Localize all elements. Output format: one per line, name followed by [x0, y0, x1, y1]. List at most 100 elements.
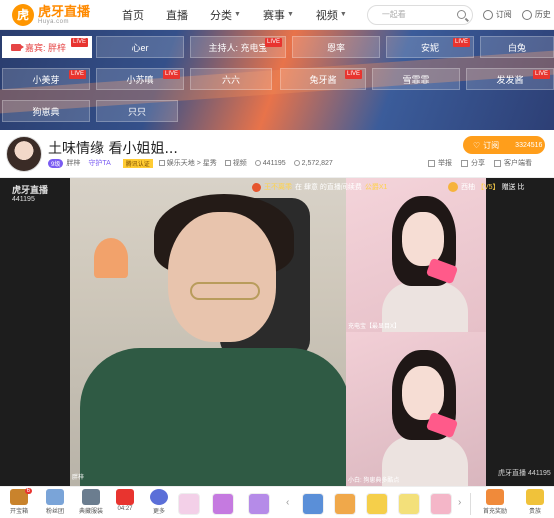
more-button[interactable]: 更多 [144, 489, 174, 515]
fans-icon [293, 160, 300, 166]
more-icon [150, 489, 168, 505]
live-badge: LIVE [452, 38, 470, 47]
gift-message: 西柚 【V5】 赠送 比 [448, 182, 525, 192]
anchor-name[interactable]: 胖梓 [66, 158, 80, 168]
camera-icon [11, 43, 24, 51]
first-charge-button[interactable]: 首充奖励 [480, 489, 510, 515]
brand-corner-label: 虎牙直播 441195 [498, 470, 551, 477]
guest-camera-top: 充电宝【最显目X】 [346, 178, 486, 336]
performer-chip[interactable]: 只只 [96, 100, 178, 122]
gift-item[interactable] [366, 493, 388, 515]
nav-category[interactable]: 分类 ▼ [210, 7, 241, 23]
huya-logo[interactable]: 虎 虎牙直播 Huya.com [12, 3, 100, 26]
room-title: 土味情缘 看小姐姐... [48, 141, 178, 157]
costume-button[interactable]: 典藏服装 [76, 489, 106, 515]
video-player[interactable]: 虎牙直播 441195 胖梓 充电宝【最显目X】 小白: 狗崽典多酷点 王不离乖… [0, 178, 554, 486]
performer-chip[interactable]: 心er [96, 36, 184, 58]
gift-item[interactable] [302, 493, 324, 515]
performer-chip[interactable]: 白兔 [480, 36, 554, 58]
level-badge: 9级 [48, 158, 64, 168]
treasure-chest-button[interactable]: 开宝箱 6 [4, 488, 34, 515]
play-icon [158, 160, 165, 166]
nav-events[interactable]: 赛事 ▼ [263, 7, 294, 23]
bottom-toolbar: 开宝箱 6 粉丝团 典藏服装 04:27 更多 ‹ › 首充奖励 贵族 [0, 486, 554, 518]
heart-icon [482, 9, 493, 20]
category-link[interactable]: 娱乐天地 > 星秀 [158, 158, 217, 168]
top-navigation: 虎 虎牙直播 Huya.com 首页 直播 分类 ▼ 赛事 ▼ 视频 ▼ 一起看 订阅… [0, 0, 554, 30]
search-icon[interactable] [456, 10, 466, 19]
share-button[interactable]: 分享 [461, 158, 485, 168]
performer-chip[interactable]: 恩率 [292, 36, 380, 58]
subscribe-count: 3324516 [515, 141, 543, 149]
fan-club-icon [46, 489, 64, 505]
gift-item[interactable] [178, 493, 200, 515]
cert-badge: 腾讯认证 [122, 158, 153, 168]
room-banner: 嘉宾: 胖梓 LIVE 心er 主持人: 充电宝 LIVE 恩率 安妮 LIVE 白… [0, 30, 554, 130]
performer-chip[interactable]: 兔牙酱 LIVE [280, 68, 366, 90]
search-input[interactable]: 一起看 [366, 4, 473, 25]
report-button[interactable]: 举报 [428, 158, 452, 168]
live-badge: LIVE [344, 70, 362, 79]
anchor-corner-label: 胖梓 [72, 475, 85, 481]
room-meta: 9级 胖梓 守护TA 腾讯认证 娱乐天地 > 星秀 视频 441195 2,57… [48, 158, 341, 168]
live-badge: LIVE [68, 70, 86, 79]
nav-home[interactable]: 首页 [122, 7, 144, 23]
performer-chip[interactable]: 狗崽典 [2, 100, 90, 122]
live-badge: LIVE [532, 70, 550, 79]
nav-video[interactable]: 视频 ▼ [316, 7, 347, 23]
guard-link[interactable]: 守护TA [88, 158, 110, 168]
client-icon [494, 159, 501, 167]
room-actions: 举报 分享 客户端看 [428, 158, 541, 168]
video-icon [224, 160, 231, 166]
performer-chip[interactable]: 小苏嗔 LIVE [96, 68, 184, 90]
main-camera [70, 178, 350, 486]
timer-button[interactable]: 04:27 [110, 489, 140, 512]
user-icon [252, 182, 261, 192]
performer-chip[interactable]: 小美芽 LIVE [2, 68, 90, 90]
noble-button[interactable]: 贵族 [520, 489, 550, 515]
performer-chip[interactable]: 发发酱 LIVE [466, 68, 554, 90]
search-placeholder: 一起看 [381, 10, 406, 19]
gift-item[interactable] [334, 493, 356, 515]
chevron-left-icon[interactable]: ‹ [286, 497, 289, 508]
chevron-right-icon[interactable]: › [458, 497, 461, 508]
gift-item[interactable] [248, 493, 270, 515]
gift-marquee: 王不离乖 在 肆意 的直播间续费 公爵X1 [252, 182, 387, 192]
video-link[interactable]: 视频 [224, 158, 247, 168]
chevron-down-icon: ▼ [234, 11, 241, 18]
performer-chip[interactable]: 六六 [190, 68, 272, 90]
subscribe-button[interactable]: ♡ 订阅 3324516 [463, 136, 545, 154]
camera-label: 小白: 狗崽典多酷点 [348, 478, 400, 484]
history-link[interactable]: 历史 [521, 9, 551, 20]
avatar[interactable] [6, 136, 42, 172]
fans-count: 2,572,827 [293, 160, 333, 167]
report-icon [428, 159, 435, 167]
crown-icon [526, 489, 544, 505]
live-badge: LIVE [70, 38, 88, 47]
clock-icon [521, 9, 532, 20]
share-icon [461, 159, 468, 167]
watermark: 虎牙直播 441195 [12, 185, 49, 203]
cat-icon [448, 182, 458, 192]
performer-chip[interactable]: 安妮 LIVE [386, 36, 474, 58]
performer-chip[interactable]: 主持人: 充电宝 LIVE [190, 36, 286, 58]
fan-club-button[interactable]: 粉丝团 [40, 489, 70, 515]
gift-item[interactable] [212, 493, 234, 515]
gift-item[interactable] [398, 493, 420, 515]
count-badge: 6 [24, 488, 32, 494]
heart-icon: ♡ [473, 140, 481, 150]
logo-domain: Huya.com [38, 18, 70, 25]
timer-icon [116, 489, 134, 505]
live-badge: LIVE [264, 38, 282, 47]
subscribe-link[interactable]: 订阅 [482, 9, 512, 20]
chevron-down-icon: ▼ [286, 11, 294, 18]
gift-item[interactable] [430, 493, 452, 515]
client-watch-button[interactable]: 客户端看 [494, 158, 532, 168]
chevron-down-icon: ▼ [339, 11, 347, 18]
viewer-count: 441195 [254, 160, 286, 167]
performer-chip[interactable]: 雪霏霏 [372, 68, 460, 90]
logo-icon: 虎 [12, 3, 34, 26]
nav-live[interactable]: 直播 [166, 7, 188, 23]
camera-label: 充电宝【最显目X】 [348, 324, 401, 330]
guest-chip[interactable]: 嘉宾: 胖梓 LIVE [2, 36, 92, 58]
